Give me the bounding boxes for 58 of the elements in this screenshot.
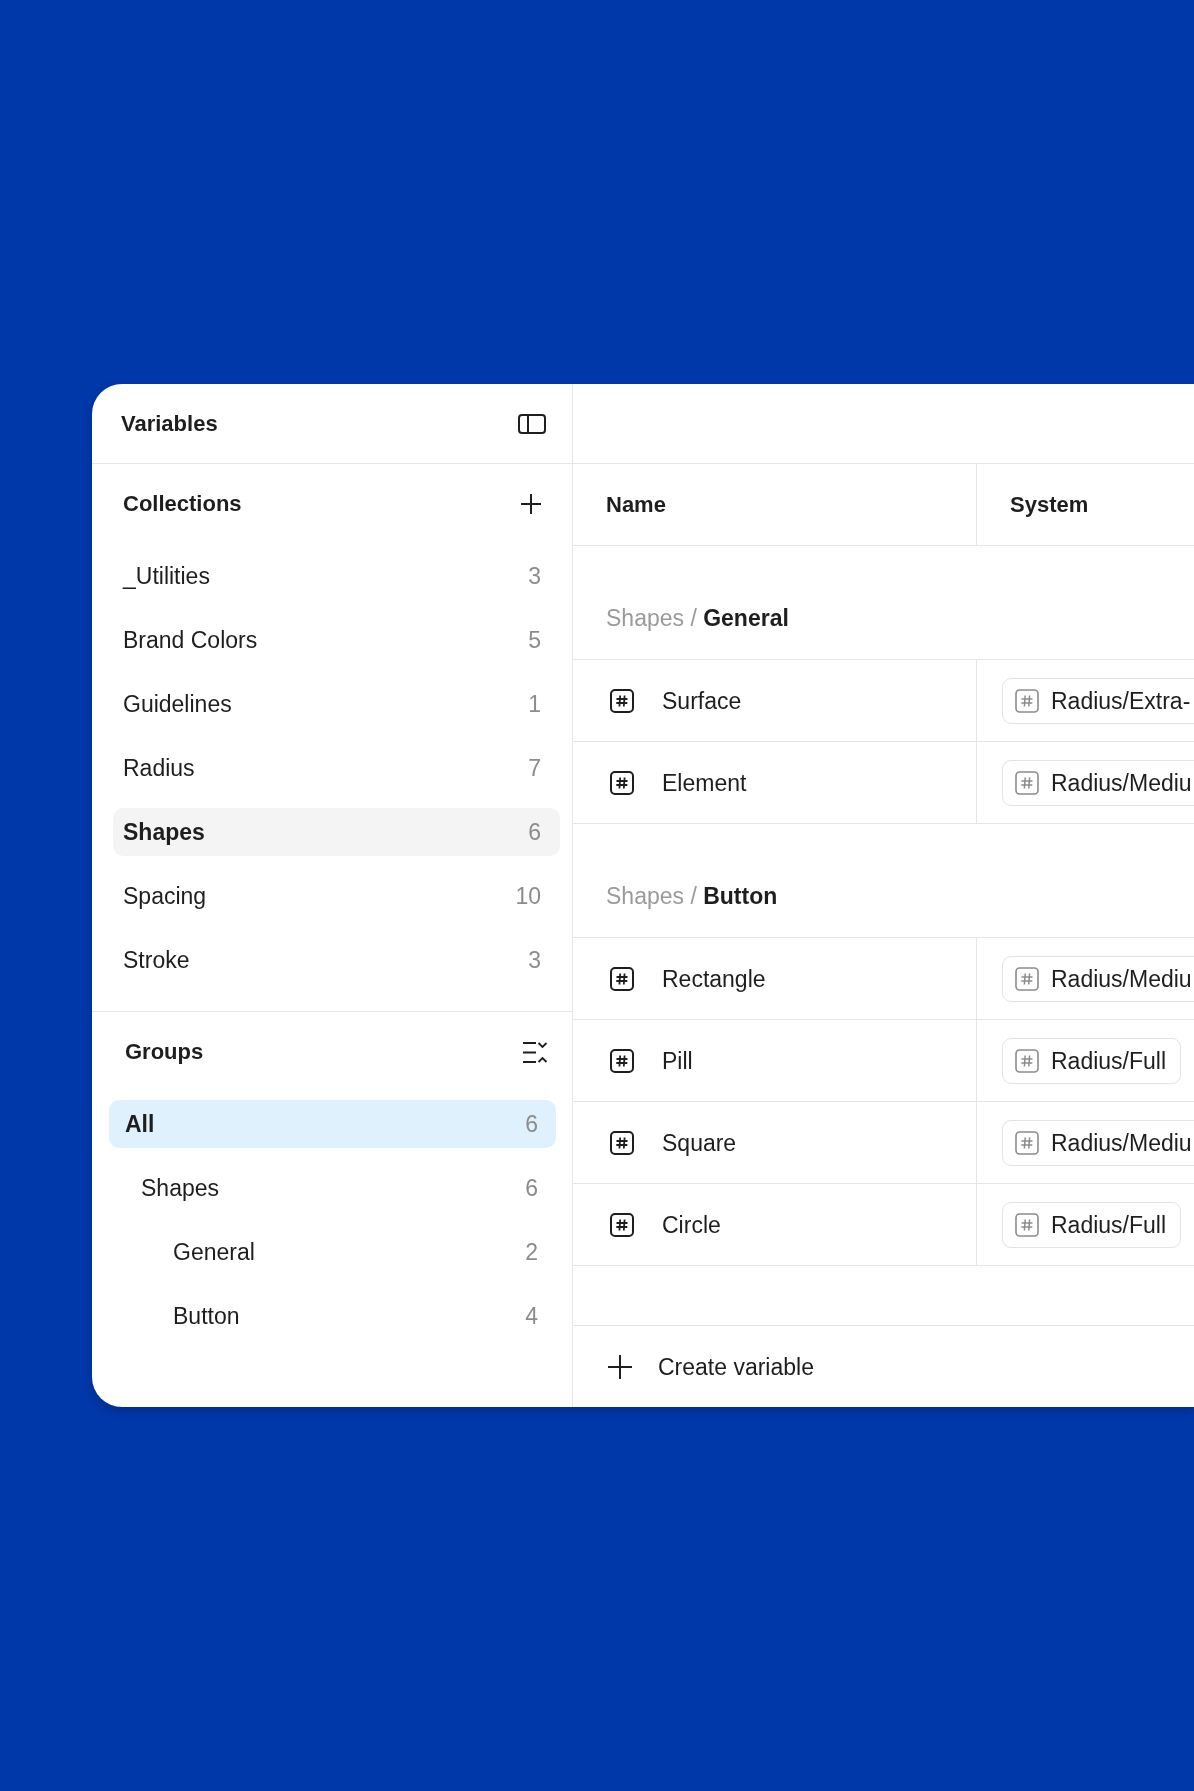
column-header: System [1010, 490, 1089, 519]
item-count: 1 [528, 690, 541, 718]
value-chip[interactable]: Radius/Mediu [1002, 759, 1194, 806]
variable-name: Square [662, 1128, 737, 1157]
plus-icon [608, 1354, 632, 1379]
hash-icon [1015, 770, 1039, 795]
hash-icon [1015, 966, 1039, 991]
section-title: Collections [123, 490, 242, 518]
value-chip[interactable]: Radius/Full [1002, 1037, 1182, 1084]
variable-name: Surface [662, 686, 742, 715]
list-chevrons-icon[interactable] [523, 1041, 548, 1063]
hash-icon [1015, 1048, 1039, 1073]
hash-icon [610, 770, 634, 795]
group-item[interactable]: General 2 [109, 1228, 556, 1276]
group-item[interactable]: Button 4 [109, 1292, 556, 1340]
collection-item[interactable]: Guidelines 1 [113, 680, 560, 728]
value-chip[interactable]: Radius/Mediu [1002, 955, 1194, 1002]
group-item[interactable]: All 6 [109, 1100, 556, 1148]
item-count: 6 [525, 1174, 538, 1202]
variable-name: Circle [662, 1210, 721, 1239]
plus-icon[interactable] [521, 494, 541, 514]
variable-name: Rectangle [662, 964, 766, 993]
collection-item[interactable]: Stroke 3 [113, 936, 560, 984]
collection-item[interactable]: Brand Colors 5 [113, 616, 560, 664]
panel-title: Variables [121, 409, 218, 438]
collection-item[interactable]: Radius 7 [113, 744, 560, 792]
column-header: Name [606, 490, 666, 519]
hash-icon [610, 1048, 634, 1073]
sidebar-toggle-icon[interactable] [518, 413, 546, 434]
hash-icon [1015, 1130, 1039, 1155]
item-count: 6 [525, 1110, 538, 1138]
hash-icon [1015, 1212, 1039, 1237]
item-count: 4 [525, 1302, 538, 1330]
collection-item[interactable]: _Utilities 3 [113, 552, 560, 600]
variable-name: Element [662, 768, 747, 797]
section-title: Groups [125, 1038, 204, 1066]
collection-item[interactable]: Spacing 10 [113, 872, 560, 920]
value-chip[interactable]: Radius/Extra- [1002, 677, 1194, 724]
hash-icon [610, 688, 634, 713]
hash-icon [1015, 688, 1039, 713]
item-count: 6 [528, 818, 541, 846]
hash-icon [610, 1212, 634, 1237]
collection-item[interactable]: Shapes 6 [113, 808, 560, 856]
item-count: 2 [525, 1238, 538, 1266]
item-count: 3 [528, 946, 541, 974]
hash-icon [610, 966, 634, 991]
group-heading: Shapes / General [606, 604, 789, 632]
item-count: 7 [528, 754, 541, 782]
value-chip[interactable]: Radius/Mediu [1002, 1119, 1194, 1166]
item-count: 10 [515, 882, 541, 910]
value-chip[interactable]: Radius/Full [1002, 1201, 1182, 1248]
item-count: 3 [528, 562, 541, 590]
hash-icon [610, 1130, 634, 1155]
group-heading: Shapes / Button [606, 882, 778, 910]
variable-name: Pill [662, 1046, 693, 1075]
group-item[interactable]: Shapes 6 [109, 1164, 556, 1212]
create-variable-button[interactable]: Create variable [608, 1352, 814, 1381]
item-count: 5 [528, 626, 541, 654]
